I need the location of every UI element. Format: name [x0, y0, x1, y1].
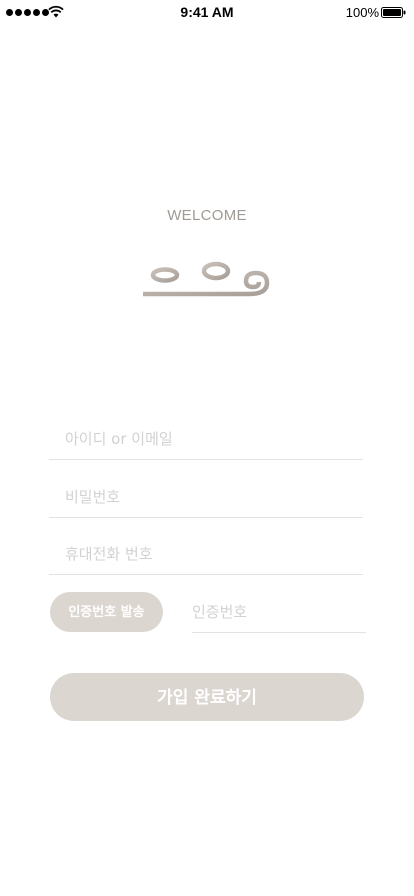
send-verification-code-button[interactable]: 인증번호 발송 — [50, 592, 163, 632]
welcome-title: WELCOME — [167, 207, 247, 224]
huwoo-logo-icon — [143, 250, 270, 316]
verification-code-field[interactable] — [192, 592, 366, 633]
phone-field[interactable] — [49, 534, 363, 575]
id-email-field[interactable] — [49, 419, 363, 460]
status-bar: 9:41 AM 100% — [0, 0, 414, 26]
verification-code-input[interactable] — [192, 592, 366, 632]
password-input[interactable] — [49, 477, 363, 517]
password-field[interactable] — [49, 477, 363, 518]
complete-signup-button[interactable]: 가입 완료하기 — [50, 673, 364, 721]
battery-percentage: 100% — [345, 5, 379, 20]
battery-icon — [381, 7, 406, 18]
id-email-input[interactable] — [49, 419, 363, 459]
phone-input[interactable] — [49, 534, 363, 574]
